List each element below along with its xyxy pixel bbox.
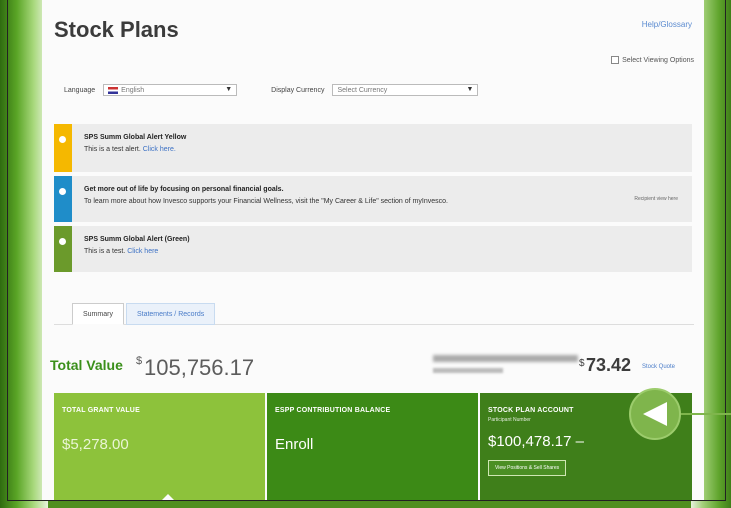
play-icon [643,402,667,426]
alert-text: This is a test. [84,248,126,255]
viewing-options-label: Select Viewing Options [622,56,694,64]
alert-side-text: Recipient view here [634,196,678,202]
flag-icon [108,86,119,94]
market-info-blurred [433,368,503,373]
total-value: 105,756.17 [144,355,255,380]
main-panel: Stock Plans Help/Glossary Select Viewing… [42,0,704,500]
alert-icon [59,238,66,245]
tab-bar: Summary Statements / Records [72,303,216,325]
alert-green: SPS Summ Global Alert (Green) This is a … [54,226,692,272]
currency-label: Display Currency [271,86,325,94]
alert-icon [59,136,66,143]
background-left [0,0,48,508]
alert-yellow: SPS Summ Global Alert Yellow This is a t… [54,124,692,172]
tile-value: $5,278.00 [62,436,129,453]
chevron-down-icon: ▼ [466,86,474,93]
alert-link[interactable]: Click here. [143,146,176,153]
alert-bar [54,226,72,272]
chevron-down-icon: ▼ [225,86,233,93]
help-glossary-link[interactable]: Help/Glossary [642,20,692,29]
alert-title: Get more out of life by focusing on pers… [84,186,284,193]
view-positions-button[interactable]: View Positions & Sell Shares [488,460,567,476]
ticker-currency: $ [579,358,585,369]
page-title: Stock Plans [54,17,179,42]
tile-selected-indicator [162,494,174,500]
checkbox-icon[interactable] [611,56,620,64]
alert-title: SPS Summ Global Alert Yellow [84,134,187,141]
total-value-label: Total Value [50,357,123,373]
language-value: English [121,86,145,94]
tile-total-grant-value[interactable]: TOTAL GRANT VALUE $5,278.00 [54,393,265,500]
currency-select[interactable]: Select Currency ▼ [332,84,479,96]
currency-value: Select Currency [337,86,388,94]
total-currency: $ [136,355,143,367]
alert-bar [54,124,72,172]
company-name-blurred [433,355,578,362]
language-label: Language [64,86,96,94]
language-select[interactable]: English ▼ [103,84,238,96]
alert-link[interactable]: Click here [127,248,158,255]
tile-title: ESPP CONTRIBUTION BALANCE [275,407,391,414]
tile-title: TOTAL GRANT VALUE [62,407,140,414]
alert-blue: Get more out of life by focusing on pers… [54,176,692,222]
alert-bar [54,176,72,222]
enroll-link[interactable]: Enroll [275,436,470,453]
stock-quote-link[interactable]: Stock Quote [642,364,675,370]
selector-row: Language English ▼ Display Currency Sele… [64,83,479,97]
play-button[interactable] [629,388,681,440]
tab-summary[interactable]: Summary [72,303,124,325]
callout-connector [681,413,731,415]
stock-price: 73.42 [586,355,632,375]
tab-statements-records[interactable]: Statements / Records [125,303,216,325]
alert-icon [59,188,66,195]
alert-title: SPS Summ Global Alert (Green) [84,236,190,243]
alert-text: This is a test alert. [84,146,141,153]
viewing-options[interactable]: Select Viewing Options [611,56,694,64]
alert-text: To learn more about how Invesco supports… [84,198,448,205]
tile-espp-contribution[interactable]: ESPP CONTRIBUTION BALANCE Enroll [267,393,478,500]
